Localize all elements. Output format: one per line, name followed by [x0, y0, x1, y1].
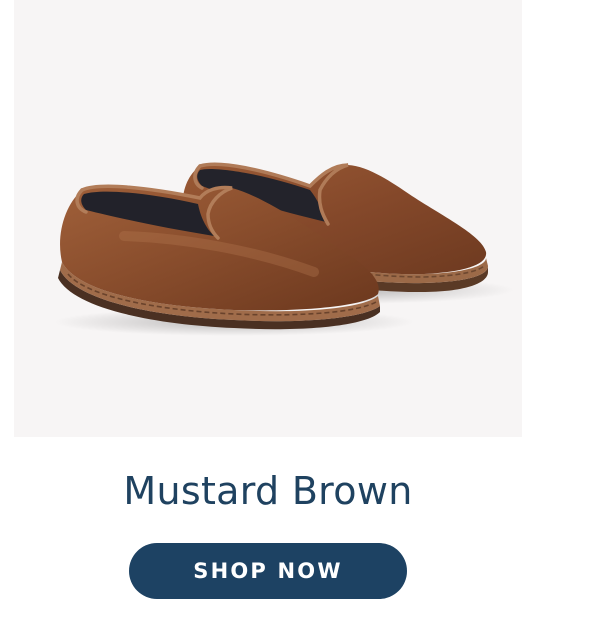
product-image[interactable]: [14, 0, 522, 437]
product-title: Mustard Brown: [123, 469, 413, 513]
shop-now-button[interactable]: SHOP NOW: [129, 543, 407, 599]
product-card: Mustard Brown SHOP NOW: [0, 0, 600, 625]
slippers-illustration: [54, 162, 514, 336]
